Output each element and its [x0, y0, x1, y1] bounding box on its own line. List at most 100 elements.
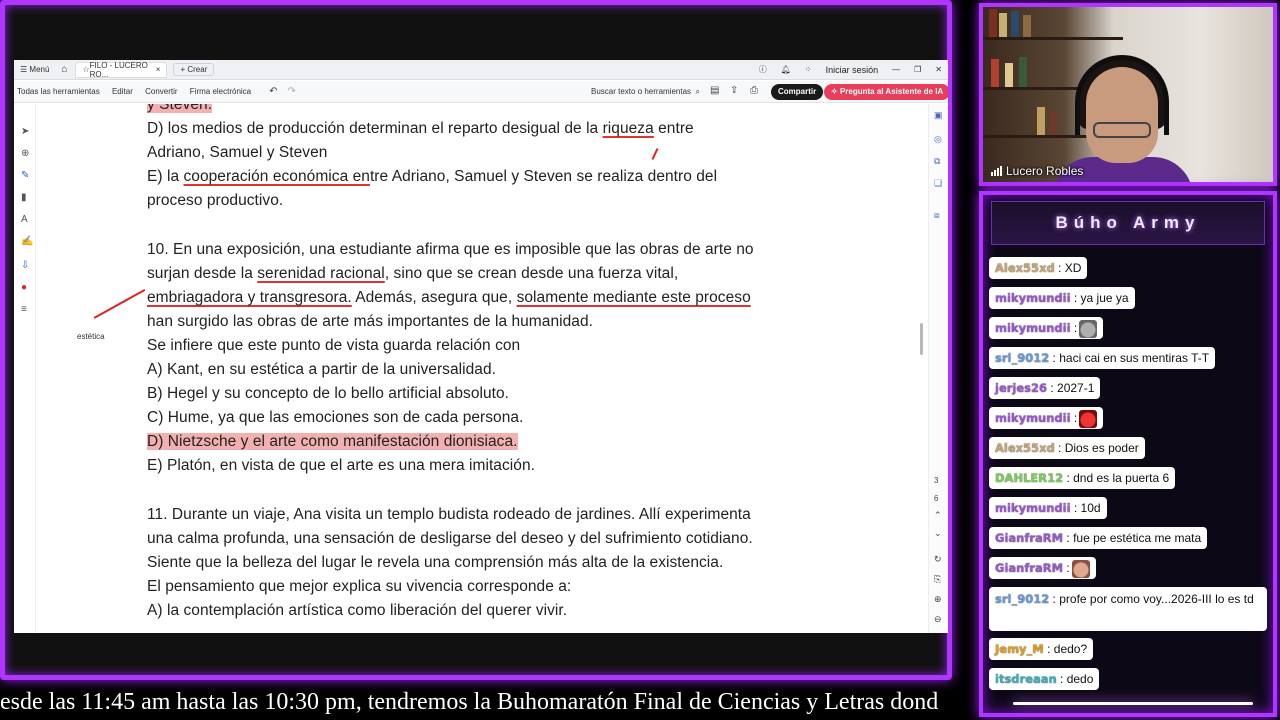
devil-emote-icon [1079, 409, 1098, 428]
help-icon[interactable]: ⓘ [759, 64, 767, 75]
chat-username[interactable]: GianfraRM [995, 531, 1063, 545]
book [1023, 15, 1031, 37]
ai-assistant-label: Pregunta al Asistente de IA [839, 87, 944, 96]
ai-icon: ✧ [831, 87, 840, 96]
chat-message: srl_9012 : profe por como voy...2026-III… [989, 587, 1267, 631]
chat-text: : profe por como voy...2026-III lo es td [1049, 592, 1254, 606]
chat-username[interactable]: Alex55xd [995, 261, 1055, 275]
chat-text: : 10d [1070, 501, 1101, 515]
search-icon: ⌕ [693, 87, 700, 96]
close-tab-icon[interactable]: × [156, 65, 161, 74]
bookmark-icon[interactable]: ⧉ [934, 156, 940, 167]
toolbar-menu: Todas las herramientas Editar Convertir … [14, 87, 251, 96]
chat-username[interactable]: jerjes26 [995, 381, 1047, 395]
pages-icon[interactable]: ⧈ [934, 210, 940, 221]
chat-text: : [1070, 411, 1078, 425]
chat-message: itsdreaan : dedo [989, 668, 1100, 690]
menu-edit[interactable]: Editar [112, 87, 133, 96]
chat-message: mikymundii : ya jue ya [989, 287, 1135, 309]
new-tab-button[interactable]: + Crear [173, 63, 215, 76]
chat-username[interactable]: mikymundii [995, 291, 1071, 305]
save-icon[interactable]: ▤ [710, 85, 719, 96]
chat-username[interactable]: mikymundii [995, 501, 1071, 515]
chat-text: : haci cai en sus mentiras T-T [1049, 351, 1210, 365]
menu-convert[interactable]: Convertir [145, 87, 177, 96]
doc-line: Adriano, Samuel y Steven [147, 144, 328, 161]
webcam-name-tag: Lucero Robles [991, 164, 1083, 178]
redo-icon[interactable]: ↷ [288, 86, 296, 97]
maximize-icon[interactable]: ❐ [914, 65, 921, 74]
menu-label: Menú [29, 65, 50, 74]
doc-line: proceso productivo. [147, 192, 284, 209]
chat-username[interactable]: Alex55xd [995, 441, 1055, 455]
annotation-stroke [651, 148, 659, 160]
cat-emote-icon [1079, 319, 1098, 338]
doc-line: E) la cooperación económica entre Adrian… [147, 168, 718, 185]
apps-grid-icon[interactable]: ⁘ [805, 65, 812, 74]
option-d-highlighted: D) Nietzsche y el arte como manifestació… [147, 433, 518, 451]
chat-username[interactable]: Jemy_M [995, 642, 1044, 656]
book [1011, 11, 1019, 37]
upload-icon[interactable]: ⇪ [730, 85, 738, 96]
export-icon[interactable]: ⎘ [934, 574, 941, 585]
annotation-line [93, 288, 146, 319]
signal-bars-icon [991, 166, 1002, 176]
chat-message: DAHLER12 : dnd es la puerta 6 [989, 467, 1176, 489]
chat-message: GianfraRM : fue pe estética me mata [989, 527, 1208, 549]
doc-line: han surgido las obras de arte más import… [147, 313, 593, 330]
chat-username[interactable]: itsdreaan [995, 672, 1057, 686]
search-tools-field[interactable]: Buscar texto o herramientas ⌕ [591, 87, 700, 97]
doc-line: Se infiere que este punto de vista guard… [147, 337, 521, 354]
chat-username[interactable]: srl_9012 [995, 592, 1049, 606]
close-window-icon[interactable]: ✕ [935, 65, 942, 74]
zoom-out-icon[interactable]: ⊖ [934, 614, 942, 625]
zoom-in-icon[interactable]: ⊕ [934, 594, 942, 605]
menu-button[interactable]: ☰ Menú [20, 65, 49, 74]
share-button[interactable]: Compartir [771, 84, 824, 100]
bookshelf [983, 37, 1123, 40]
comment-icon[interactable]: ▣ [934, 110, 943, 121]
page-number: 3 [934, 476, 939, 485]
book [1049, 111, 1057, 135]
menu-e-signature[interactable]: Firma electrónica [190, 87, 251, 96]
circle-icon[interactable]: ◎ [934, 134, 942, 145]
option-b: B) Hegel y su concepto de lo bello artif… [147, 385, 510, 402]
document-page: y Steven. D) los medios de producción de… [14, 104, 928, 633]
ai-assistant-button[interactable]: ✧ Pregunta al Asistente de IA [824, 84, 948, 100]
chat-message: jerjes26 : 2027-1 [989, 377, 1101, 399]
document-tab[interactable]: ☆ FILO - LUCERO RO... × [75, 60, 168, 79]
book [991, 59, 999, 87]
undo-icon[interactable]: ↶ [269, 86, 277, 97]
chat-text: : dedo [1056, 672, 1094, 686]
doc-line: El pensamiento que mejor explica su vive… [147, 578, 572, 595]
bell-icon[interactable]: 🔔︎ [781, 65, 791, 74]
face-emote-icon [1071, 559, 1090, 578]
right-tool-rail: ▣ ◎ ⧉ ❏ ⧈ 3 6 ⌃ ⌄ ↻ ⎘ ⊕ ⊖ [928, 104, 948, 633]
chat-message: mikymundii : 10d [989, 497, 1107, 519]
tab-title: FILO - LUCERO RO... [89, 60, 148, 79]
print-icon[interactable]: ⎙ [750, 85, 758, 96]
book [989, 9, 997, 37]
layers-icon[interactable]: ❏ [934, 178, 942, 189]
page-down-icon[interactable]: ⌄ [934, 528, 942, 539]
glasses [1093, 122, 1151, 138]
chat-message: mikymundii : [989, 407, 1104, 429]
home-icon[interactable]: ⌂ [61, 64, 67, 75]
refresh-icon[interactable]: ↻ [934, 554, 942, 565]
chat-username[interactable]: mikymundii [995, 321, 1071, 335]
chat-username[interactable]: GianfraRM [995, 561, 1063, 575]
doc-line: surjan desde la serenidad racional, sino… [147, 265, 679, 282]
chat-username[interactable]: mikymundii [995, 411, 1071, 425]
chat-text: : [1063, 561, 1070, 575]
minimize-icon[interactable]: — [892, 65, 900, 74]
sign-in-button[interactable]: Iniciar sesión [826, 65, 879, 75]
chat-text: : XD [1054, 261, 1082, 275]
scrollbar-thumb[interactable] [920, 323, 923, 355]
chat-username[interactable]: srl_9012 [995, 351, 1049, 365]
doc-line: Siente que la belleza del lugar le revel… [147, 554, 724, 571]
page-up-icon[interactable]: ⌃ [934, 510, 942, 521]
hamburger-icon: ☰ [20, 65, 28, 74]
chat-username[interactable]: DAHLER12 [995, 471, 1063, 485]
menu-all-tools[interactable]: Todas las herramientas [17, 87, 100, 96]
chat-text: : dedo? [1043, 642, 1088, 656]
